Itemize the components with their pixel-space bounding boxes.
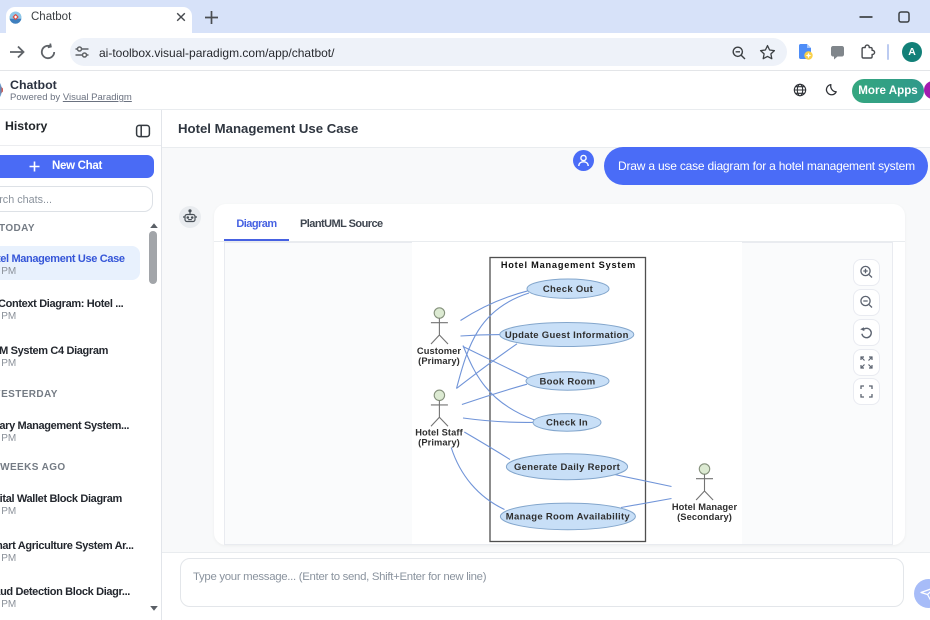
- svg-text:Hotel Management System: Hotel Management System: [501, 260, 636, 270]
- svg-text:Hotel Staff: Hotel Staff: [415, 428, 463, 438]
- svg-text:Update Guest Information: Update Guest Information: [505, 330, 629, 341]
- svg-text:Check Out: Check Out: [543, 284, 594, 295]
- svg-text:(Secondary): (Secondary): [677, 512, 732, 522]
- svg-text:(Primary): (Primary): [418, 356, 460, 366]
- svg-text:Generate Daily Report: Generate Daily Report: [514, 462, 621, 473]
- svg-text:Customer: Customer: [417, 346, 461, 356]
- svg-text:Hotel Manager: Hotel Manager: [672, 502, 738, 512]
- svg-text:Book Room: Book Room: [539, 376, 595, 387]
- svg-text:Check In: Check In: [546, 418, 588, 429]
- svg-text:(Primary): (Primary): [418, 438, 460, 448]
- svg-text:Manage Room Availability: Manage Room Availability: [506, 512, 631, 523]
